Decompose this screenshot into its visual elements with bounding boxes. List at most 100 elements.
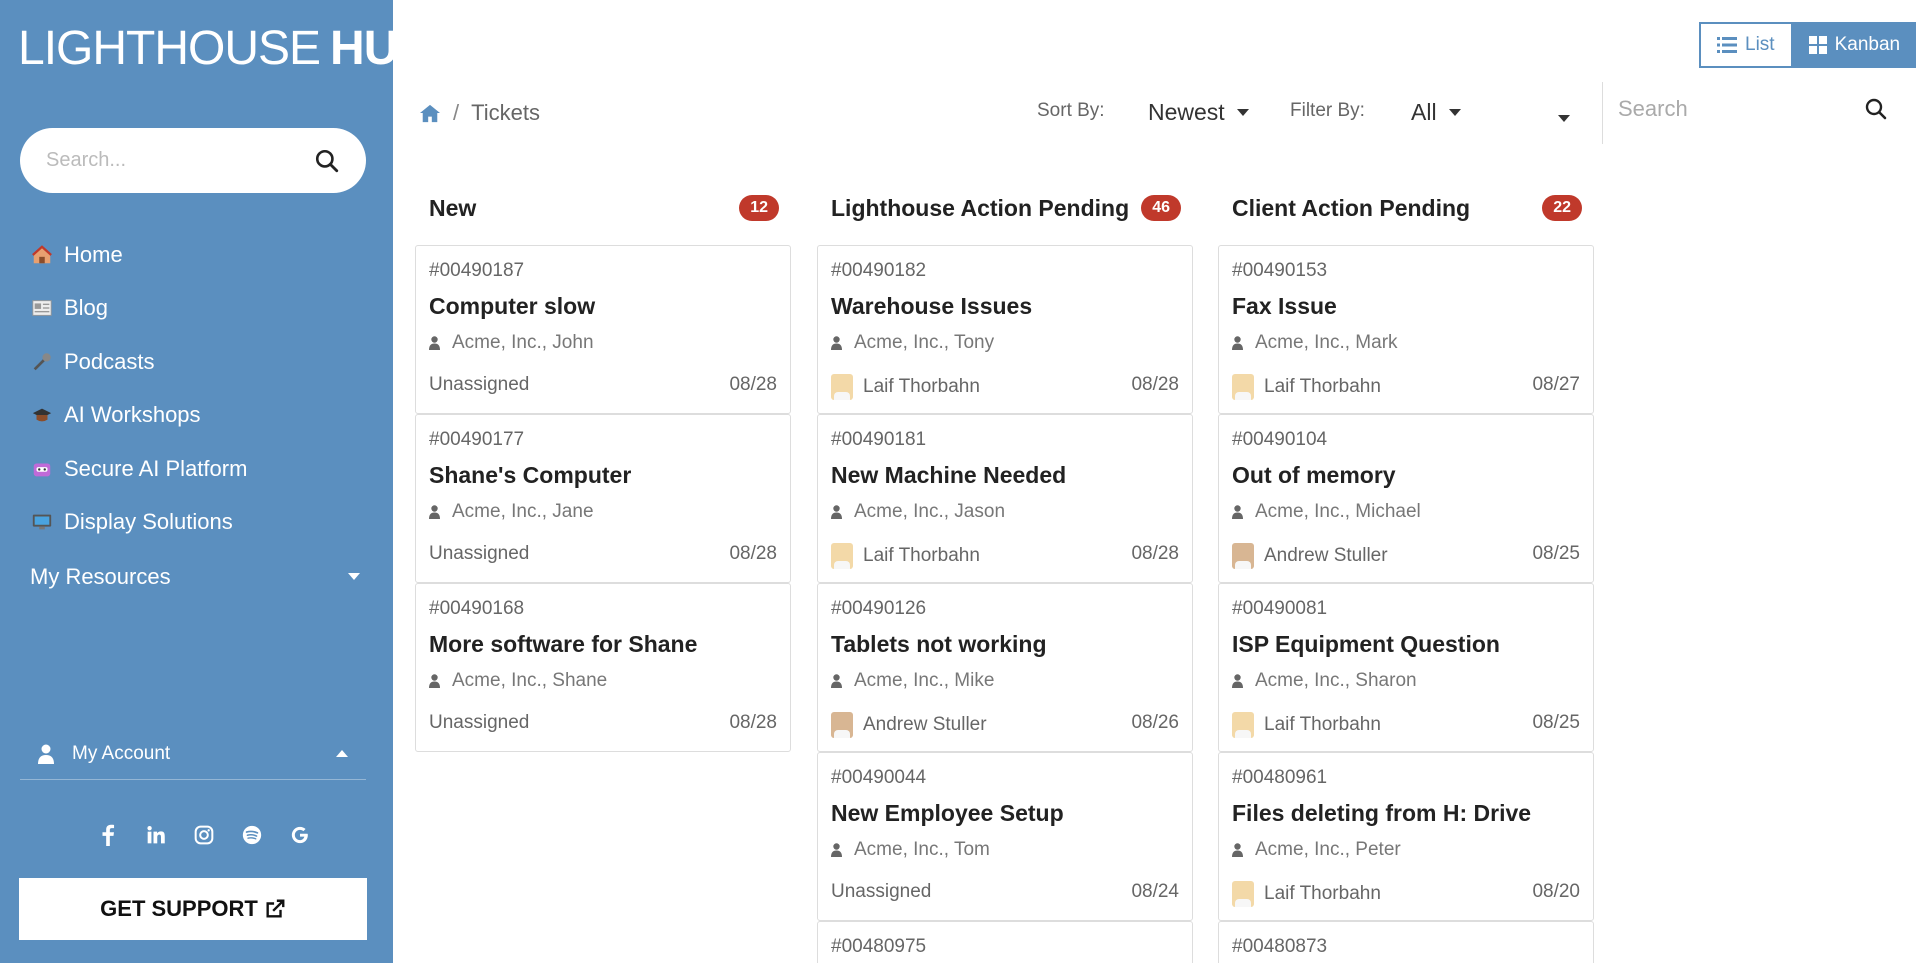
ticket-title: Computer slow bbox=[429, 293, 596, 319]
my-account-toggle[interactable]: My Account bbox=[20, 728, 366, 780]
sidebar-item-podcasts[interactable]: Podcasts bbox=[30, 335, 247, 389]
sidebar-item-label: Home bbox=[64, 241, 123, 267]
sidebar-item-blog[interactable]: Blog bbox=[30, 282, 247, 336]
chevron-up-icon bbox=[336, 750, 348, 757]
column-title: Lighthouse Action Pending bbox=[831, 194, 1130, 221]
ticket-assignee-name: Andrew Stuller bbox=[863, 714, 987, 735]
filter-by-dropdown[interactable]: All bbox=[1411, 99, 1461, 126]
ticket-card[interactable]: #00490126 Tablets not working Acme, Inc.… bbox=[817, 583, 1193, 752]
ticket-search-input[interactable] bbox=[1618, 96, 1818, 122]
ticket-assignee: Laif Thorbahn bbox=[1232, 374, 1381, 400]
graduation-cap-icon bbox=[30, 403, 54, 427]
sidebar: LIGHTHOUSE HUB Home Blog Podcasts AI Wor… bbox=[0, 0, 432, 963]
ticket-client-name: Acme, Inc., Mike bbox=[854, 670, 995, 691]
ticket-client: Acme, Inc., Peter bbox=[1232, 839, 1580, 861]
ticket-card[interactable]: #00480961 Files deleting from H: Drive A… bbox=[1218, 752, 1594, 921]
ticket-client-name: Acme, Inc., Shane bbox=[452, 670, 608, 691]
ticket-card[interactable]: #00490182 Warehouse Issues Acme, Inc., T… bbox=[817, 245, 1193, 414]
sidebar-search-input[interactable] bbox=[46, 149, 314, 172]
get-support-button[interactable]: GET SUPPORT bbox=[19, 878, 367, 940]
ticket-number: #00490181 bbox=[831, 429, 927, 450]
sidebar-item-home[interactable]: Home bbox=[30, 228, 247, 282]
ticket-number: #00490187 bbox=[429, 260, 525, 281]
ticket-assignee: Unassigned bbox=[831, 881, 932, 902]
ticket-footer: Andrew Stuller 08/25 bbox=[1232, 543, 1580, 569]
ticket-card[interactable]: #00480873 bbox=[1218, 921, 1594, 963]
ticket-footer: Unassigned 08/28 bbox=[429, 374, 777, 396]
column-header: New 12 bbox=[415, 184, 791, 232]
facebook-icon[interactable] bbox=[95, 822, 121, 848]
breadcrumb: / Tickets bbox=[419, 100, 540, 126]
view-toggle: List Kanban bbox=[1699, 22, 1917, 68]
user-icon bbox=[1232, 674, 1243, 688]
sort-by-label: Sort By: bbox=[1037, 100, 1105, 121]
ticket-client-name: Acme, Inc., Mark bbox=[1255, 332, 1398, 353]
avatar bbox=[831, 712, 853, 738]
search-icon[interactable] bbox=[314, 148, 340, 174]
ticket-title: New Machine Needed bbox=[831, 462, 1067, 488]
sidebar-item-secure-ai-platform[interactable]: Secure AI Platform bbox=[30, 442, 247, 496]
ticket-client-name: Acme, Inc., Michael bbox=[1255, 501, 1421, 522]
ticket-number: #00490153 bbox=[1232, 260, 1328, 281]
sidebar-item-ai-workshops[interactable]: AI Workshops bbox=[30, 389, 247, 443]
ticket-footer: Unassigned 08/28 bbox=[429, 543, 777, 565]
ticket-assignee: Unassigned bbox=[429, 374, 530, 395]
ticket-client-name: Acme, Inc., Tony bbox=[854, 332, 995, 353]
search-icon[interactable] bbox=[1864, 97, 1888, 121]
ticket-client-name: Acme, Inc., Peter bbox=[1255, 839, 1401, 860]
ticket-title: Warehouse Issues bbox=[831, 293, 1033, 319]
ticket-client: Acme, Inc., Tony bbox=[831, 332, 1179, 354]
ticket-number: #00490126 bbox=[831, 598, 927, 619]
ticket-number: #00490044 bbox=[831, 767, 927, 788]
ticket-title: Out of memory bbox=[1232, 462, 1396, 488]
column-count-badge: 22 bbox=[1542, 195, 1582, 221]
ticket-date: 08/25 bbox=[1532, 543, 1580, 564]
ticket-footer: Unassigned 08/28 bbox=[429, 712, 777, 734]
kanban-view-button[interactable]: Kanban bbox=[1792, 22, 1917, 68]
chevron-down-icon bbox=[1448, 109, 1461, 116]
user-icon bbox=[831, 843, 842, 857]
ticket-client: Acme, Inc., Tom bbox=[831, 839, 1179, 861]
ticket-assignee-name: Laif Thorbahn bbox=[1264, 714, 1381, 735]
secondary-filter-dropdown[interactable] bbox=[1558, 109, 1570, 127]
user-icon bbox=[38, 744, 54, 764]
ticket-title: Tablets not working bbox=[831, 631, 1047, 657]
sort-by-dropdown[interactable]: Newest bbox=[1148, 99, 1249, 126]
ticket-card[interactable]: #00490153 Fax Issue Acme, Inc., Mark Lai… bbox=[1218, 245, 1594, 414]
user-icon bbox=[831, 336, 842, 350]
ticket-assignee: Unassigned bbox=[429, 712, 530, 733]
avatar bbox=[831, 543, 853, 569]
social-links bbox=[95, 822, 313, 848]
google-icon[interactable] bbox=[287, 822, 313, 848]
kanban-column-client-action-pending: Client Action Pending 22 #00490153 Fax I… bbox=[1218, 184, 1594, 963]
list-view-button[interactable]: List bbox=[1699, 22, 1793, 68]
house-icon bbox=[30, 243, 54, 267]
ticket-assignee-name: Laif Thorbahn bbox=[863, 376, 980, 397]
ticket-card[interactable]: #00490081 ISP Equipment Question Acme, I… bbox=[1218, 583, 1594, 752]
ticket-assignee-name: Laif Thorbahn bbox=[1264, 376, 1381, 397]
list-view-label: List bbox=[1745, 34, 1775, 55]
ticket-card[interactable]: #00490187 Computer slow Acme, Inc., John… bbox=[415, 245, 791, 414]
ticket-card[interactable]: #00490177 Shane's Computer Acme, Inc., J… bbox=[415, 414, 791, 583]
chevron-down-icon bbox=[348, 573, 360, 581]
ticket-date: 08/28 bbox=[729, 543, 777, 564]
ticket-card[interactable]: #00490104 Out of memory Acme, Inc., Mich… bbox=[1218, 414, 1594, 583]
avatar bbox=[1232, 374, 1254, 400]
sidebar-item-display-solutions[interactable]: Display Solutions bbox=[30, 496, 247, 550]
user-icon bbox=[429, 674, 440, 688]
ticket-card[interactable]: #00490044 New Employee Setup Acme, Inc.,… bbox=[817, 752, 1193, 921]
spotify-icon[interactable] bbox=[239, 822, 265, 848]
column-header: Client Action Pending 22 bbox=[1218, 184, 1594, 232]
ticket-card[interactable]: #00490168 More software for Shane Acme, … bbox=[415, 583, 791, 752]
logo[interactable]: LIGHTHOUSE HUB bbox=[18, 24, 432, 74]
instagram-icon[interactable] bbox=[191, 822, 217, 848]
ticket-client: Acme, Inc., Mark bbox=[1232, 332, 1580, 354]
sidebar-search bbox=[20, 128, 366, 193]
ticket-card[interactable]: #00490181 New Machine Needed Acme, Inc.,… bbox=[817, 414, 1193, 583]
sidebar-item-my-resources[interactable]: My Resources bbox=[30, 550, 360, 604]
linkedin-icon[interactable] bbox=[143, 822, 169, 848]
ticket-card[interactable]: #00480975 bbox=[817, 921, 1193, 963]
ticket-client-name: Acme, Inc., Jane bbox=[452, 501, 594, 522]
ticket-client-name: Acme, Inc., Tom bbox=[854, 839, 990, 860]
home-icon[interactable] bbox=[419, 103, 441, 123]
